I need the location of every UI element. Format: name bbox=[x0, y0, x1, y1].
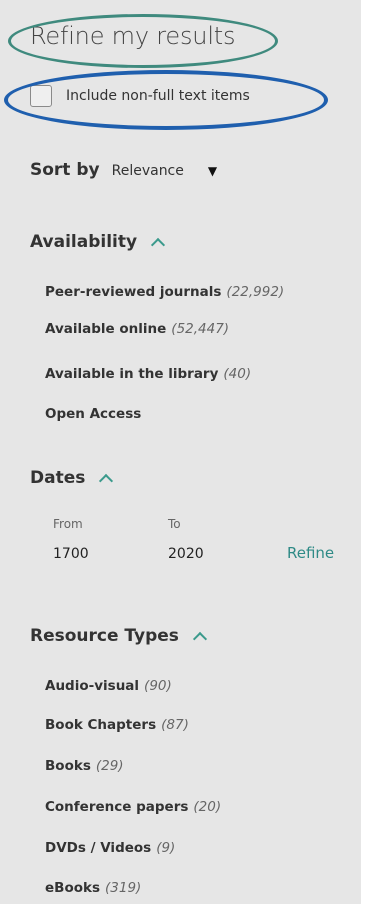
resource-types-heading[interactable]: Resource Types bbox=[30, 626, 207, 647]
date-from-input[interactable]: 1700 bbox=[53, 546, 89, 562]
facet-label: Audio-visual bbox=[45, 678, 140, 694]
facet-label: Books bbox=[45, 758, 91, 774]
facet-count: (29) bbox=[95, 758, 124, 774]
facet-label: Available online bbox=[45, 321, 167, 337]
facet-count: (52,447) bbox=[171, 321, 230, 337]
facet-ebooks[interactable]: eBooks (319) bbox=[45, 880, 141, 896]
date-to-input[interactable]: 2020 bbox=[168, 546, 204, 562]
refine-panel: Refine my results Include non-full text … bbox=[0, 0, 361, 904]
date-to-label: To bbox=[168, 517, 181, 531]
caret-down-icon: ▼ bbox=[207, 164, 218, 178]
facet-open-access[interactable]: Open Access bbox=[45, 406, 141, 422]
annotation-circle-teal bbox=[8, 14, 278, 68]
facet-conference-papers[interactable]: Conference papers (20) bbox=[45, 799, 221, 815]
facet-count: (40) bbox=[223, 366, 252, 382]
resource-types-heading-label: Resource Types bbox=[30, 626, 179, 646]
facet-count: (9) bbox=[156, 840, 176, 856]
sort-by-select[interactable]: Relevance ▼ bbox=[112, 163, 218, 179]
facet-label: Peer-reviewed journals bbox=[45, 284, 222, 300]
facet-label: DVDs / Videos bbox=[45, 840, 152, 856]
dates-heading[interactable]: Dates bbox=[30, 468, 114, 489]
facet-books[interactable]: Books (29) bbox=[45, 758, 124, 774]
facet-dvds-videos[interactable]: DVDs / Videos (9) bbox=[45, 840, 175, 856]
facet-audio-visual[interactable]: Audio-visual (90) bbox=[45, 678, 172, 694]
facet-count: (87) bbox=[161, 717, 189, 733]
facet-label: Available in the library bbox=[45, 366, 219, 382]
dates-heading-label: Dates bbox=[30, 468, 86, 488]
facet-count: (22,992) bbox=[226, 284, 285, 300]
chevron-up-icon[interactable] bbox=[151, 237, 166, 253]
sort-by-row: Sort by Relevance ▼ bbox=[30, 160, 217, 180]
facet-peer-reviewed[interactable]: Peer-reviewed journals (22,992) bbox=[45, 284, 284, 300]
availability-heading[interactable]: Availability bbox=[30, 232, 166, 253]
facet-label: Open Access bbox=[45, 406, 142, 422]
facet-available-online[interactable]: Available online (52,447) bbox=[45, 321, 229, 337]
annotation-circle-blue bbox=[4, 70, 328, 130]
facet-count: (319) bbox=[105, 880, 142, 896]
sort-by-value: Relevance bbox=[111, 163, 184, 179]
chevron-up-icon[interactable] bbox=[99, 473, 114, 489]
facet-available-library[interactable]: Available in the library (40) bbox=[45, 366, 251, 382]
sort-by-label: Sort by bbox=[30, 160, 100, 180]
facet-book-chapters[interactable]: Book Chapters (87) bbox=[45, 717, 189, 733]
date-from-label: From bbox=[53, 517, 83, 531]
refine-dates-link[interactable]: Refine bbox=[287, 544, 334, 562]
facet-count: (20) bbox=[193, 799, 222, 815]
chevron-up-icon[interactable] bbox=[192, 631, 207, 647]
facet-label: eBooks bbox=[45, 880, 101, 896]
facet-count: (90) bbox=[144, 678, 172, 694]
facet-label: Book Chapters bbox=[45, 717, 157, 733]
availability-heading-label: Availability bbox=[30, 232, 138, 252]
facet-label: Conference papers bbox=[45, 799, 189, 815]
